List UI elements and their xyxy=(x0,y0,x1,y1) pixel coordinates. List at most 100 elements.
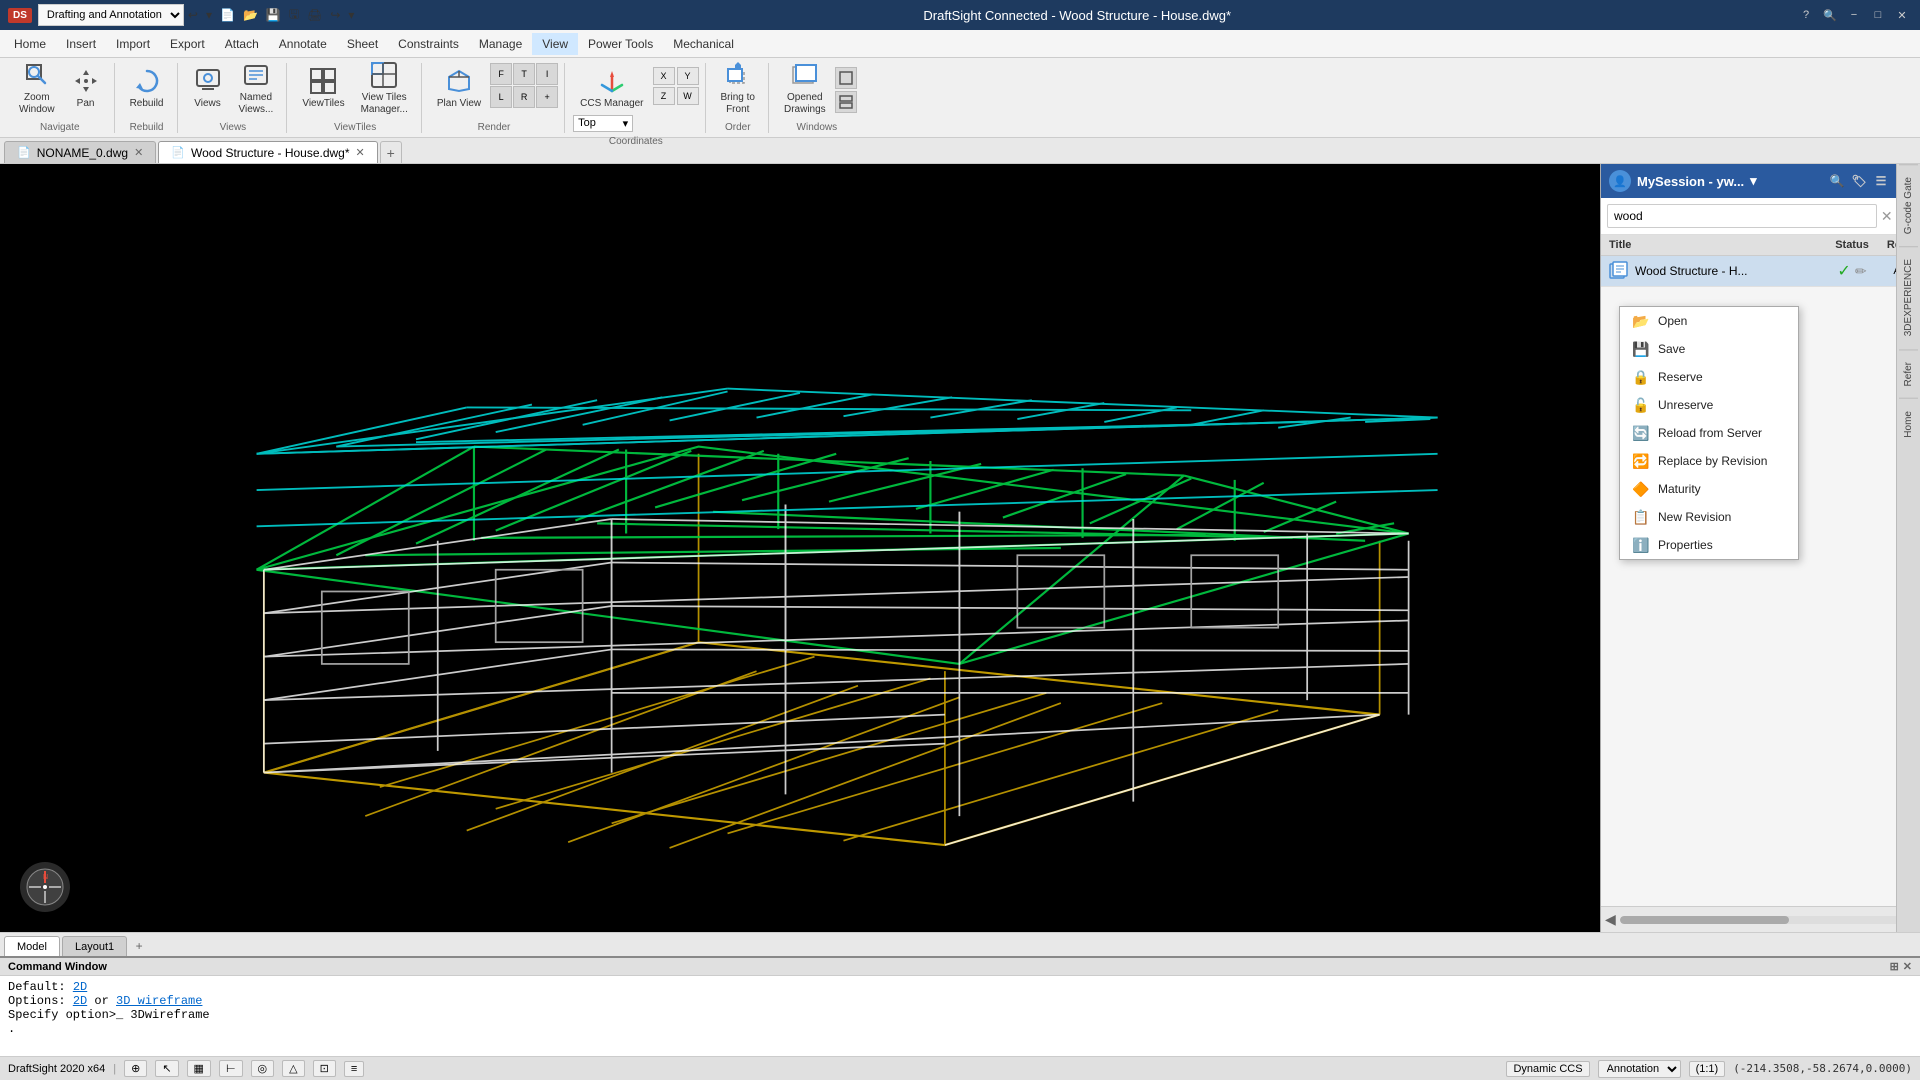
ccs-manager-button[interactable]: CCS Manager xyxy=(573,63,650,115)
ctx-new-revision[interactable]: 📋 New Revision xyxy=(1620,503,1798,531)
view-top-button[interactable]: T xyxy=(513,63,535,85)
maximize-button[interactable]: □ xyxy=(1868,5,1888,25)
cursor-toggle[interactable]: ↖ xyxy=(155,1060,178,1077)
view-tab-model[interactable]: Model xyxy=(4,936,60,956)
save-button[interactable]: 💾 xyxy=(262,6,285,24)
help-button[interactable]: ? xyxy=(1796,5,1816,25)
panel-search-button[interactable]: 🔍 xyxy=(1828,172,1846,190)
open-file-button[interactable]: 📂 xyxy=(239,6,262,24)
new-file-button[interactable]: 📄 xyxy=(216,6,239,24)
panel-item-wood-structure[interactable]: Wood Structure - H... ✓ ✏ A xyxy=(1601,256,1920,287)
cmd-link-2d-option[interactable]: 2D xyxy=(73,994,87,1008)
view-tab-layout1[interactable]: Layout1 xyxy=(62,936,127,956)
panel-search-clear[interactable]: ✕ xyxy=(1881,208,1893,225)
lineweight-toggle[interactable]: ≡ xyxy=(344,1061,364,1077)
menu-sheet[interactable]: Sheet xyxy=(337,33,388,55)
bring-to-front-button[interactable]: Bring toFront xyxy=(714,63,762,115)
panel-search-input[interactable] xyxy=(1607,204,1877,228)
view-front-button[interactable]: F xyxy=(490,63,512,85)
ctx-maturity[interactable]: 🔶 Maturity xyxy=(1620,475,1798,503)
coord-w-button[interactable]: W xyxy=(677,87,699,105)
named-views-button[interactable]: NamedViews... xyxy=(232,63,281,115)
menu-attach[interactable]: Attach xyxy=(215,33,269,55)
menu-view[interactable]: View xyxy=(532,33,578,55)
command-window-close[interactable]: ✕ xyxy=(1903,960,1912,973)
tab-noname[interactable]: 📄 NONAME_0.dwg ✕ xyxy=(4,141,156,163)
tab-wood-structure[interactable]: 📄 Wood Structure - House.dwg* ✕ xyxy=(158,141,377,163)
coord-dropdown[interactable]: Top ▾ xyxy=(573,115,633,132)
panel-tag-button[interactable]: 🏷 xyxy=(1850,172,1868,190)
window-layout-2-button[interactable] xyxy=(835,91,857,113)
annotation-dropdown[interactable]: Annotation xyxy=(1598,1060,1681,1078)
views-button[interactable]: Views xyxy=(186,63,230,115)
panel-menu-button[interactable]: ☰ xyxy=(1872,172,1890,190)
menu-insert[interactable]: Insert xyxy=(56,33,106,55)
tab-noname-close[interactable]: ✕ xyxy=(134,146,143,159)
ctx-properties[interactable]: ℹ️ Properties xyxy=(1620,531,1798,559)
app-logo: DS xyxy=(8,8,32,23)
panel-dropdown-arrow[interactable]: ▾ xyxy=(1750,173,1757,189)
command-window-pop-out[interactable]: ⊞ xyxy=(1890,960,1899,973)
menu-constraints[interactable]: Constraints xyxy=(388,33,469,55)
menu-mechanical[interactable]: Mechanical xyxy=(663,33,744,55)
ctx-open[interactable]: 📂 Open xyxy=(1620,307,1798,335)
coordinates-group-label: Coordinates xyxy=(573,136,698,147)
search-button[interactable]: 🔍 xyxy=(1820,5,1840,25)
coord-y-button[interactable]: Y xyxy=(677,67,699,85)
undo-button[interactable]: ↩ xyxy=(184,6,202,24)
ctx-reload-from-server[interactable]: 🔄 Reload from Server xyxy=(1620,419,1798,447)
menu-import[interactable]: Import xyxy=(106,33,160,55)
coord-x-button[interactable]: X xyxy=(653,67,675,85)
side-tab-gcode[interactable]: G-code Gate xyxy=(1899,164,1918,246)
panel-scroll-left[interactable]: ◀ xyxy=(1605,911,1616,928)
ctx-unreserve[interactable]: 🔓 Unreserve xyxy=(1620,391,1798,419)
ctx-replace-by-revision[interactable]: 🔁 Replace by Revision xyxy=(1620,447,1798,475)
view-left-button[interactable]: L xyxy=(490,86,512,108)
viewtiles-button[interactable]: ViewTiles xyxy=(295,63,351,115)
snap-toggle[interactable]: ⊕ xyxy=(124,1060,147,1077)
opened-drawings-button[interactable]: OpenedDrawings xyxy=(777,63,833,115)
command-window: Command Window ⊞ ✕ Default: 2D Options: … xyxy=(0,956,1920,1056)
undo-dropdown[interactable]: ▾ xyxy=(202,6,216,24)
view-right-button[interactable]: R xyxy=(513,86,535,108)
menu-export[interactable]: Export xyxy=(160,33,215,55)
tab-add-button[interactable]: + xyxy=(380,141,402,163)
cmd-link-3d[interactable]: 3D wireframe xyxy=(116,994,202,1008)
menu-home[interactable]: Home xyxy=(4,33,56,55)
save-as-button[interactable]: 🖫 xyxy=(285,3,303,28)
panel-scrollbar[interactable] xyxy=(1620,916,1901,924)
workspace-selector[interactable]: Drafting and Annotation xyxy=(38,4,184,26)
rebuild-button[interactable]: Rebuild xyxy=(123,63,171,115)
close-button[interactable]: ✕ xyxy=(1892,5,1912,25)
dyn-toggle[interactable]: ⊡ xyxy=(313,1060,336,1077)
minimize-button[interactable]: − xyxy=(1844,5,1864,25)
viewport[interactable]: N xyxy=(0,164,1600,932)
ortho-toggle[interactable]: ⊢ xyxy=(219,1060,243,1077)
ctx-reserve[interactable]: 🔒 Reserve xyxy=(1620,363,1798,391)
menu-manage[interactable]: Manage xyxy=(469,33,532,55)
menu-annotate[interactable]: Annotate xyxy=(269,33,337,55)
redo-dropdown[interactable]: ▾ xyxy=(344,6,358,24)
view-more-button[interactable]: + xyxy=(536,86,558,108)
pan-button[interactable]: Pan xyxy=(64,63,108,115)
print-button[interactable]: 🖨 xyxy=(303,6,326,24)
view-iso-button[interactable]: I xyxy=(536,63,558,85)
polar-toggle[interactable]: ◎ xyxy=(251,1060,275,1077)
grid-toggle[interactable]: ▦ xyxy=(187,1060,211,1077)
snap-obj-toggle[interactable]: △ xyxy=(282,1060,304,1077)
zoom-window-button[interactable]: ZoomWindow xyxy=(12,63,62,115)
window-layout-1-button[interactable] xyxy=(835,67,857,89)
side-tab-home[interactable]: Home xyxy=(1899,398,1918,450)
plan-view-button[interactable]: Plan View xyxy=(430,63,488,115)
view-tab-add-button[interactable]: + xyxy=(129,936,149,956)
view-tiles-manager-button[interactable]: View TilesManager... xyxy=(354,63,415,115)
side-tab-refer[interactable]: Refer xyxy=(1899,349,1918,398)
cmd-link-2d[interactable]: 2D xyxy=(73,980,87,994)
tab-wood-structure-close[interactable]: ✕ xyxy=(356,146,365,159)
dynamic-ccs-button[interactable]: Dynamic CCS xyxy=(1506,1061,1589,1077)
ctx-save[interactable]: 💾 Save xyxy=(1620,335,1798,363)
coord-z-button[interactable]: Z xyxy=(653,87,675,105)
redo-button[interactable]: ↪ xyxy=(326,6,344,24)
side-tab-3dexperience[interactable]: 3DEXPERIENCE xyxy=(1899,246,1918,348)
menu-power-tools[interactable]: Power Tools xyxy=(578,33,663,55)
